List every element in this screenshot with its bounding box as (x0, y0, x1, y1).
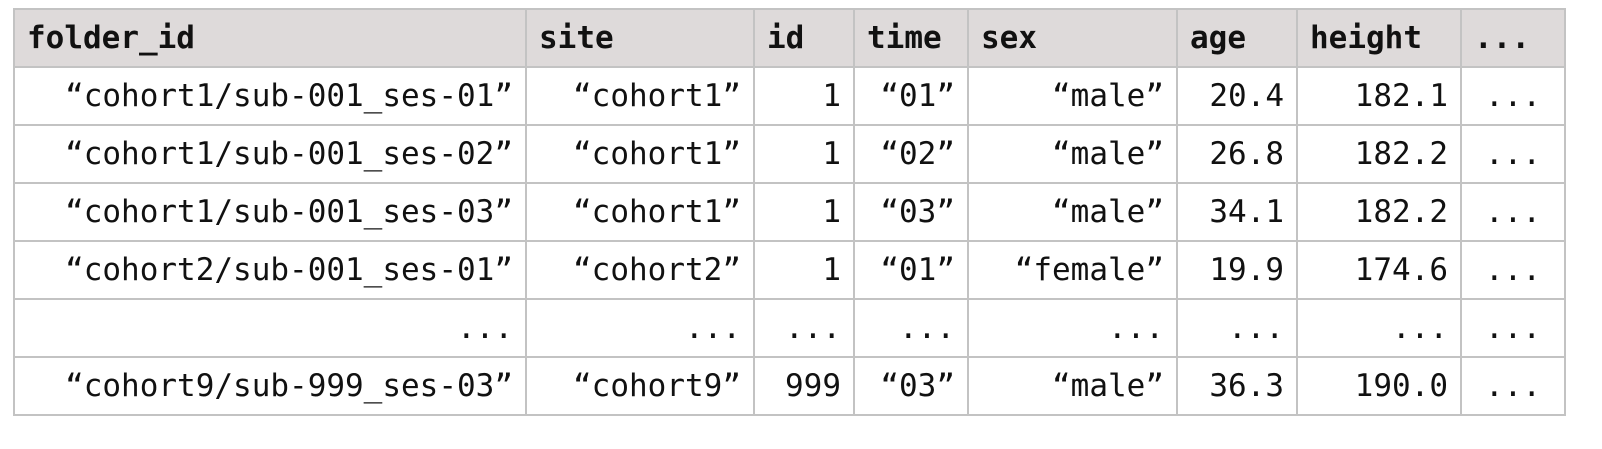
cell-folder-id: “cohort1/sub-001_ses-01” (13, 66, 527, 126)
column-header-time: time (853, 8, 969, 68)
cell-time: ... (853, 298, 969, 358)
cell-folder-id: “cohort2/sub-001_ses-01” (13, 240, 527, 300)
cell-site: “cohort2” (525, 240, 755, 300)
cell-age: 26.8 (1176, 124, 1298, 184)
cell-more: ... (1460, 182, 1566, 242)
cell-site: ... (525, 298, 755, 358)
column-header-age: age (1176, 8, 1298, 68)
cell-time: “03” (853, 356, 969, 416)
cell-time: “03” (853, 182, 969, 242)
cell-more: ... (1460, 66, 1566, 126)
cell-time: “01” (853, 66, 969, 126)
cell-height: 182.1 (1296, 66, 1462, 126)
cell-height: ... (1296, 298, 1462, 358)
cell-id: ... (753, 298, 855, 358)
table-row: “cohort1/sub-001_ses-03” “cohort1” 1 “03… (13, 182, 1566, 242)
cell-sex: “male” (967, 66, 1178, 126)
cell-sex: “male” (967, 356, 1178, 416)
cell-height: 190.0 (1296, 356, 1462, 416)
cell-more: ... (1460, 356, 1566, 416)
cell-site: “cohort1” (525, 124, 755, 184)
column-header-more: ... (1460, 8, 1566, 68)
cell-time: “01” (853, 240, 969, 300)
header-row: folder_id site id time sex age height ..… (13, 8, 1566, 68)
cell-height: 174.6 (1296, 240, 1462, 300)
cell-sex: ... (967, 298, 1178, 358)
data-table-container: folder_id site id time sex age height ..… (13, 8, 1566, 416)
cell-site: “cohort1” (525, 182, 755, 242)
cell-folder-id: ... (13, 298, 527, 358)
table-row: “cohort1/sub-001_ses-02” “cohort1” 1 “02… (13, 124, 1566, 184)
cell-age: ... (1176, 298, 1298, 358)
cell-site: “cohort1” (525, 66, 755, 126)
cell-age: 19.9 (1176, 240, 1298, 300)
cell-height: 182.2 (1296, 182, 1462, 242)
cell-folder-id: “cohort1/sub-001_ses-03” (13, 182, 527, 242)
cell-more: ... (1460, 240, 1566, 300)
column-header-id: id (753, 8, 855, 68)
cell-id: 1 (753, 182, 855, 242)
cell-folder-id: “cohort9/sub-999_ses-03” (13, 356, 527, 416)
table-row: “cohort2/sub-001_ses-01” “cohort2” 1 “01… (13, 240, 1566, 300)
cell-sex: “female” (967, 240, 1178, 300)
cell-age: 20.4 (1176, 66, 1298, 126)
ellipsis-row: ... ... ... ... ... ... ... ... (13, 298, 1566, 358)
cell-id: 1 (753, 66, 855, 126)
column-header-sex: sex (967, 8, 1178, 68)
cell-age: 36.3 (1176, 356, 1298, 416)
column-header-folder-id: folder_id (13, 8, 527, 68)
cell-folder-id: “cohort1/sub-001_ses-02” (13, 124, 527, 184)
cell-age: 34.1 (1176, 182, 1298, 242)
cell-sex: “male” (967, 124, 1178, 184)
column-header-site: site (525, 8, 755, 68)
cell-id: 999 (753, 356, 855, 416)
cell-site: “cohort9” (525, 356, 755, 416)
cell-time: “02” (853, 124, 969, 184)
column-header-height: height (1296, 8, 1462, 68)
cell-id: 1 (753, 124, 855, 184)
cell-more: ... (1460, 298, 1566, 358)
cell-height: 182.2 (1296, 124, 1462, 184)
table-row: “cohort9/sub-999_ses-03” “cohort9” 999 “… (13, 356, 1566, 416)
cell-more: ... (1460, 124, 1566, 184)
data-table: folder_id site id time sex age height ..… (13, 8, 1566, 416)
cell-id: 1 (753, 240, 855, 300)
table-row: “cohort1/sub-001_ses-01” “cohort1” 1 “01… (13, 66, 1566, 126)
cell-sex: “male” (967, 182, 1178, 242)
